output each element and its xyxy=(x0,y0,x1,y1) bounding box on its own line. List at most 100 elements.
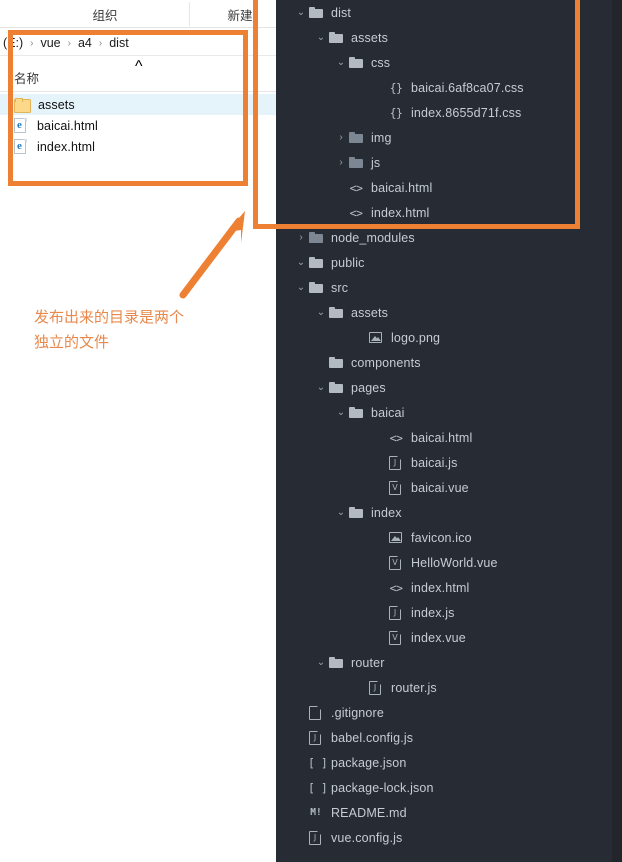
tree-row-label: baicai.html xyxy=(411,430,473,445)
tree-row[interactable]: Jrouter.js xyxy=(276,675,622,700)
json-file-icon: [ ] xyxy=(308,780,328,795)
tree-row[interactable]: ⌄ dist xyxy=(276,0,622,25)
chevron-down-icon[interactable]: ⌄ xyxy=(314,32,328,43)
vue-file-icon: V xyxy=(388,555,404,570)
js-file-icon: J xyxy=(388,455,404,470)
chevron-down-icon[interactable]: ⌄ xyxy=(314,307,328,318)
folder-open-icon xyxy=(328,381,344,395)
folder-open-icon xyxy=(348,506,364,520)
folder-closed-icon xyxy=(348,156,364,170)
tree-row[interactable]: ⌄ assets xyxy=(276,25,622,50)
html-file-icon: <> xyxy=(389,430,403,445)
js-file-icon: J xyxy=(308,730,324,745)
tree-row[interactable]: › js xyxy=(276,150,622,175)
file-name: baicai.html xyxy=(37,118,98,133)
tree-row[interactable]: M! README.md xyxy=(276,800,622,825)
chevron-down-icon[interactable]: ⌄ xyxy=(294,282,308,293)
chevron-down-icon[interactable]: ⌄ xyxy=(314,657,328,668)
tree-row[interactable]: ⌄ index xyxy=(276,500,622,525)
file-explorer-panel: 组织 新建 (E:) › vue › a4 › dist 名称 ^ assets xyxy=(0,0,276,862)
screenshot-root: 组织 新建 (E:) › vue › a4 › dist 名称 ^ assets xyxy=(0,0,622,862)
tree-row[interactable]: <> index.html xyxy=(276,200,622,225)
tree-row[interactable]: Vindex.vue xyxy=(276,625,622,650)
tree-row-label: node_modules xyxy=(331,230,415,245)
folder-open-icon xyxy=(328,656,344,670)
breadcrumb-segment-drive[interactable]: (E:) xyxy=(3,36,23,50)
tree-row[interactable]: <> baicai.html xyxy=(276,175,622,200)
tree-row[interactable]: <> baicai.html xyxy=(276,425,622,450)
folder-open-icon xyxy=(328,356,344,370)
tree-row[interactable]: <> index.html xyxy=(276,575,622,600)
tree-row[interactable]: ⌄ public xyxy=(276,250,622,275)
chevron-down-icon[interactable]: ⌄ xyxy=(294,257,308,268)
chevron-right-icon: › xyxy=(98,37,103,49)
chevron-down-icon[interactable]: ⌄ xyxy=(294,7,308,18)
sort-ascending-icon: ^ xyxy=(135,58,143,75)
folder-open-icon xyxy=(308,6,324,20)
vue-file-icon: V xyxy=(388,630,404,645)
chevron-down-icon[interactable]: ⌄ xyxy=(314,382,328,393)
tree-row-label: package.json xyxy=(331,755,407,770)
tree-row[interactable]: [ ] package.json xyxy=(276,750,622,775)
address-bar[interactable]: (E:) › vue › a4 › dist xyxy=(0,31,276,56)
tree-row-label: index.html xyxy=(371,205,430,220)
folder-open-icon xyxy=(328,306,344,320)
tree-row[interactable]: Jbabel.config.js xyxy=(276,725,622,750)
folder-icon xyxy=(14,98,31,113)
tree-row[interactable]: Jindex.js xyxy=(276,600,622,625)
chevron-right-icon[interactable]: › xyxy=(334,157,348,168)
tree-row-label: package-lock.json xyxy=(331,780,434,795)
folder-open-icon xyxy=(348,56,364,70)
tree-row[interactable]: ⌄ css xyxy=(276,50,622,75)
chevron-right-icon[interactable]: › xyxy=(294,232,308,243)
organize-menu[interactable]: 组织 xyxy=(40,0,170,28)
tree-row-label: js xyxy=(371,155,381,170)
tree-row[interactable]: favicon.ico xyxy=(276,525,622,550)
tree-row[interactable]: V HelloWorld.vue xyxy=(276,550,622,575)
tree-row[interactable]: Jbaicai.js xyxy=(276,450,622,475)
tree-row-label: vue.config.js xyxy=(331,830,403,845)
tree-row-label: baicai.vue xyxy=(411,480,469,495)
tree-row[interactable]: .gitignore xyxy=(276,700,622,725)
tree-row[interactable]: components xyxy=(276,350,622,375)
chevron-down-icon[interactable]: ⌄ xyxy=(334,407,348,418)
tree-row[interactable]: › img xyxy=(276,125,622,150)
breadcrumb-segment-a4[interactable]: a4 xyxy=(78,36,92,50)
breadcrumb-segment-dist[interactable]: dist xyxy=(109,36,128,50)
tree-row[interactable]: [ ] package-lock.json xyxy=(276,775,622,800)
column-header-name[interactable]: 名称 xyxy=(14,68,39,87)
tree-row-label: index.vue xyxy=(411,630,466,645)
tree-row-label: assets xyxy=(351,305,389,320)
tree-row[interactable]: logo.png xyxy=(276,325,622,350)
organize-menu-label: 组织 xyxy=(92,8,118,23)
tree-row-label: components xyxy=(351,355,421,370)
tree-row[interactable]: ⌄ src xyxy=(276,275,622,300)
file-list: assets e baicai.html e index.html xyxy=(0,94,276,157)
chevron-right-icon[interactable]: › xyxy=(334,132,348,143)
chevron-down-icon[interactable]: ⌄ xyxy=(334,507,348,518)
tree-row[interactable]: › node_modules xyxy=(276,225,622,250)
tree-row-container: ⌄ dist ⌄ assets ⌄ css {} baicai.6af8ca07.css {} i… xyxy=(276,0,622,850)
tree-row-label: img xyxy=(371,130,392,145)
chevron-down-icon[interactable]: ⌄ xyxy=(334,57,348,68)
list-item[interactable]: e baicai.html xyxy=(0,115,276,136)
project-file-tree-panel: ⌄ dist ⌄ assets ⌄ css {} baicai.6af8ca07.css {} i… xyxy=(276,0,622,862)
tree-row[interactable]: ⌄ assets xyxy=(276,300,622,325)
tree-row-label: src xyxy=(331,280,349,295)
list-item[interactable]: e index.html xyxy=(0,136,276,157)
tree-row[interactable]: ⌄ baicai xyxy=(276,400,622,425)
new-menu[interactable]: 新建 xyxy=(210,0,270,28)
tree-row[interactable]: ⌄ pages xyxy=(276,375,622,400)
plain-file-icon xyxy=(308,705,324,720)
ie-html-icon: e xyxy=(14,139,28,154)
tree-row[interactable]: {} index.8655d71f.css xyxy=(276,100,622,125)
tree-row[interactable]: Vbaicai.vue xyxy=(276,475,622,500)
tree-row[interactable]: {} baicai.6af8ca07.css xyxy=(276,75,622,100)
tree-row[interactable]: ⌄ router xyxy=(276,650,622,675)
list-item[interactable]: assets xyxy=(0,94,276,115)
breadcrumb-segment-vue[interactable]: vue xyxy=(40,36,60,50)
explorer-ribbon: 组织 新建 xyxy=(0,0,276,28)
tree-row[interactable]: Jvue.config.js xyxy=(276,825,622,850)
tree-row-label: router.js xyxy=(391,680,437,695)
folder-open-icon xyxy=(348,406,364,420)
